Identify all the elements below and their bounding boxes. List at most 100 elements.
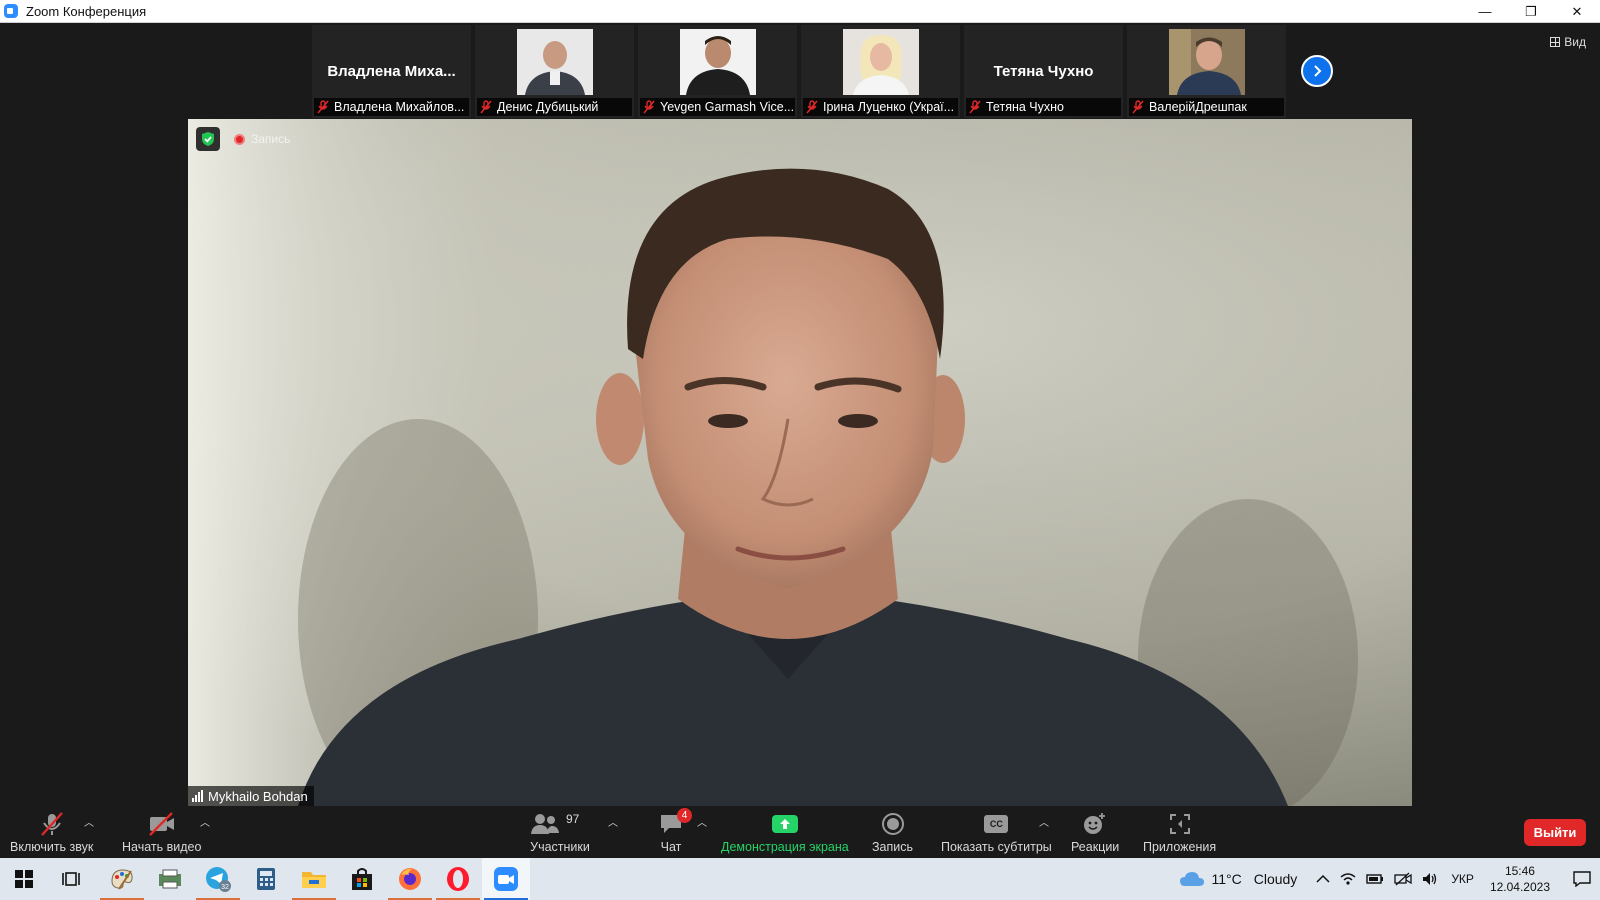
taskbar-store-app[interactable] <box>338 858 386 900</box>
participant-thumbnail[interactable]: Денис Дубицький <box>475 25 634 118</box>
windows-logo-icon <box>15 870 33 888</box>
captions-options-caret[interactable]: ︿ <box>1039 814 1049 829</box>
taskbar-zoom-app[interactable] <box>482 858 530 900</box>
smiley-plus-icon <box>1084 813 1106 834</box>
windows-taskbar: 32 11°C Cloudy УКР 15:46 12.04.2023 <box>0 858 1600 900</box>
participants-options-caret[interactable]: ︿ <box>608 814 618 829</box>
next-page-button[interactable] <box>1301 55 1333 87</box>
show-hidden-icons-button[interactable] <box>1316 874 1330 884</box>
volume-button[interactable] <box>1422 872 1438 886</box>
meet-now-button[interactable] <box>1394 872 1412 886</box>
participant-thumbnail[interactable]: Тетяна Чухно Тетяна Чухно <box>964 25 1123 118</box>
chat-button[interactable]: 4 Чат <box>658 808 692 854</box>
reactions-button[interactable]: Реакции <box>1071 810 1119 854</box>
participant-video <box>516 29 593 95</box>
network-button[interactable] <box>1340 872 1356 886</box>
window-title: Zoom Конференция <box>26 3 147 19</box>
start-button[interactable] <box>0 858 48 900</box>
store-bag-icon <box>352 868 372 890</box>
record-button[interactable]: Запись <box>872 810 913 854</box>
apps-icon <box>1169 814 1190 834</box>
chat-options-caret[interactable]: ︿ <box>697 814 707 829</box>
participant-name-label: Тетяна Чухно <box>966 98 1121 116</box>
folder-icon <box>302 872 326 888</box>
participant-video <box>842 29 919 95</box>
clock-time: 15:46 <box>1504 864 1535 878</box>
speaker-name: Mykhailo Bohdan <box>208 788 308 804</box>
mic-off-icon <box>480 100 492 114</box>
share-screen-button[interactable]: Демонстрация экрана <box>721 810 849 854</box>
show-captions-button[interactable]: CC Показать субтитры <box>941 810 1052 854</box>
calculator-icon <box>257 868 275 890</box>
participant-thumbnail[interactable]: Владлена Миха... Владлена Михайлов... <box>312 25 471 118</box>
participants-button[interactable]: 97 Участники <box>530 810 590 854</box>
notifications-button[interactable] <box>1564 871 1600 887</box>
participants-icon <box>531 814 559 834</box>
view-button[interactable]: Вид <box>1550 35 1586 49</box>
security-shield-badge[interactable] <box>196 127 220 151</box>
participant-video <box>679 29 756 95</box>
audio-options-caret[interactable]: ︿ <box>84 814 94 829</box>
cloud-icon <box>1180 872 1205 886</box>
chevron-up-icon <box>1316 874 1330 883</box>
mic-muted-icon <box>40 812 63 836</box>
task-view-icon <box>62 872 80 886</box>
video-off-icon <box>148 812 174 836</box>
video-options-caret[interactable]: ︿ <box>200 814 210 829</box>
unmute-button[interactable]: Включить звук <box>10 810 93 854</box>
chevron-right-icon <box>1314 65 1322 77</box>
wifi-icon <box>1340 873 1356 885</box>
zoom-icon <box>494 867 518 891</box>
taskbar-file-explorer-app[interactable] <box>290 858 338 900</box>
weather-widget[interactable]: 11°C Cloudy <box>1179 870 1297 888</box>
shield-check-icon <box>202 132 214 146</box>
participant-video <box>1168 29 1245 95</box>
clock[interactable]: 15:46 12.04.2023 <box>1490 863 1550 895</box>
paint-icon <box>111 869 133 890</box>
chat-unread-badge: 4 <box>677 808 692 823</box>
weather-condition: Cloudy <box>1253 871 1298 887</box>
start-video-button[interactable]: Начать видео <box>122 810 201 854</box>
taskbar-firefox-app[interactable] <box>386 858 434 900</box>
mic-off-icon <box>317 100 329 114</box>
leave-meeting-button[interactable]: Выйти <box>1524 819 1586 846</box>
participant-name-label: Владлена Михайлов... <box>314 98 469 116</box>
weather-temperature: 11°C <box>1211 871 1242 887</box>
close-button[interactable]: ✕ <box>1554 0 1600 23</box>
record-icon <box>881 813 904 835</box>
taskbar-telegram-app[interactable]: 32 <box>194 858 242 900</box>
closed-captions-icon: CC <box>984 815 1009 833</box>
system-tray: 11°C Cloudy УКР 15:46 12.04.2023 <box>1179 858 1600 900</box>
taskbar-explorer-app[interactable] <box>146 858 194 900</box>
participant-thumbnail[interactable]: ВалерійДрешпак <box>1127 25 1286 118</box>
taskbar-calculator-app[interactable] <box>242 858 290 900</box>
notification-icon <box>1573 871 1591 887</box>
grid-view-icon <box>1550 37 1561 47</box>
participant-display-name: Владлена Миха... <box>327 63 456 80</box>
minimize-button[interactable]: — <box>1462 0 1508 23</box>
taskbar-paint-app[interactable] <box>98 858 146 900</box>
speaker-icon <box>1423 873 1437 885</box>
meeting-toolbar: Включить звук ︿ Начать видео ︿ 97 Участн… <box>0 806 1600 858</box>
restore-button[interactable]: ❐ <box>1508 0 1554 23</box>
clock-date: 12.04.2023 <box>1489 880 1550 894</box>
mic-off-icon <box>1132 100 1144 114</box>
battery-button[interactable] <box>1366 873 1384 885</box>
participant-name-label: Ірина Луценко (Украї... <box>803 98 958 116</box>
share-screen-icon <box>771 815 798 833</box>
participant-name-label: ВалерійДрешпак <box>1129 98 1284 116</box>
battery-icon <box>1366 874 1384 884</box>
recording-indicator[interactable]: Запись <box>234 132 290 146</box>
participant-thumbnail[interactable]: Ірина Луценко (Украї... <box>801 25 960 118</box>
camera-off-icon <box>1394 872 1412 886</box>
participant-thumbnail[interactable]: Yevgen Garmash Vice... <box>638 25 797 118</box>
mic-off-icon <box>969 100 981 114</box>
firefox-icon <box>399 868 421 890</box>
participants-count: 97 <box>566 812 580 826</box>
input-language-indicator[interactable]: УКР <box>1451 872 1474 886</box>
taskbar-opera-app[interactable] <box>434 858 482 900</box>
participant-name-label: Денис Дубицький <box>477 98 632 116</box>
task-view-button[interactable] <box>48 858 96 900</box>
apps-button[interactable]: Приложения <box>1143 810 1216 854</box>
participant-name-label: Yevgen Garmash Vice... <box>640 98 795 116</box>
